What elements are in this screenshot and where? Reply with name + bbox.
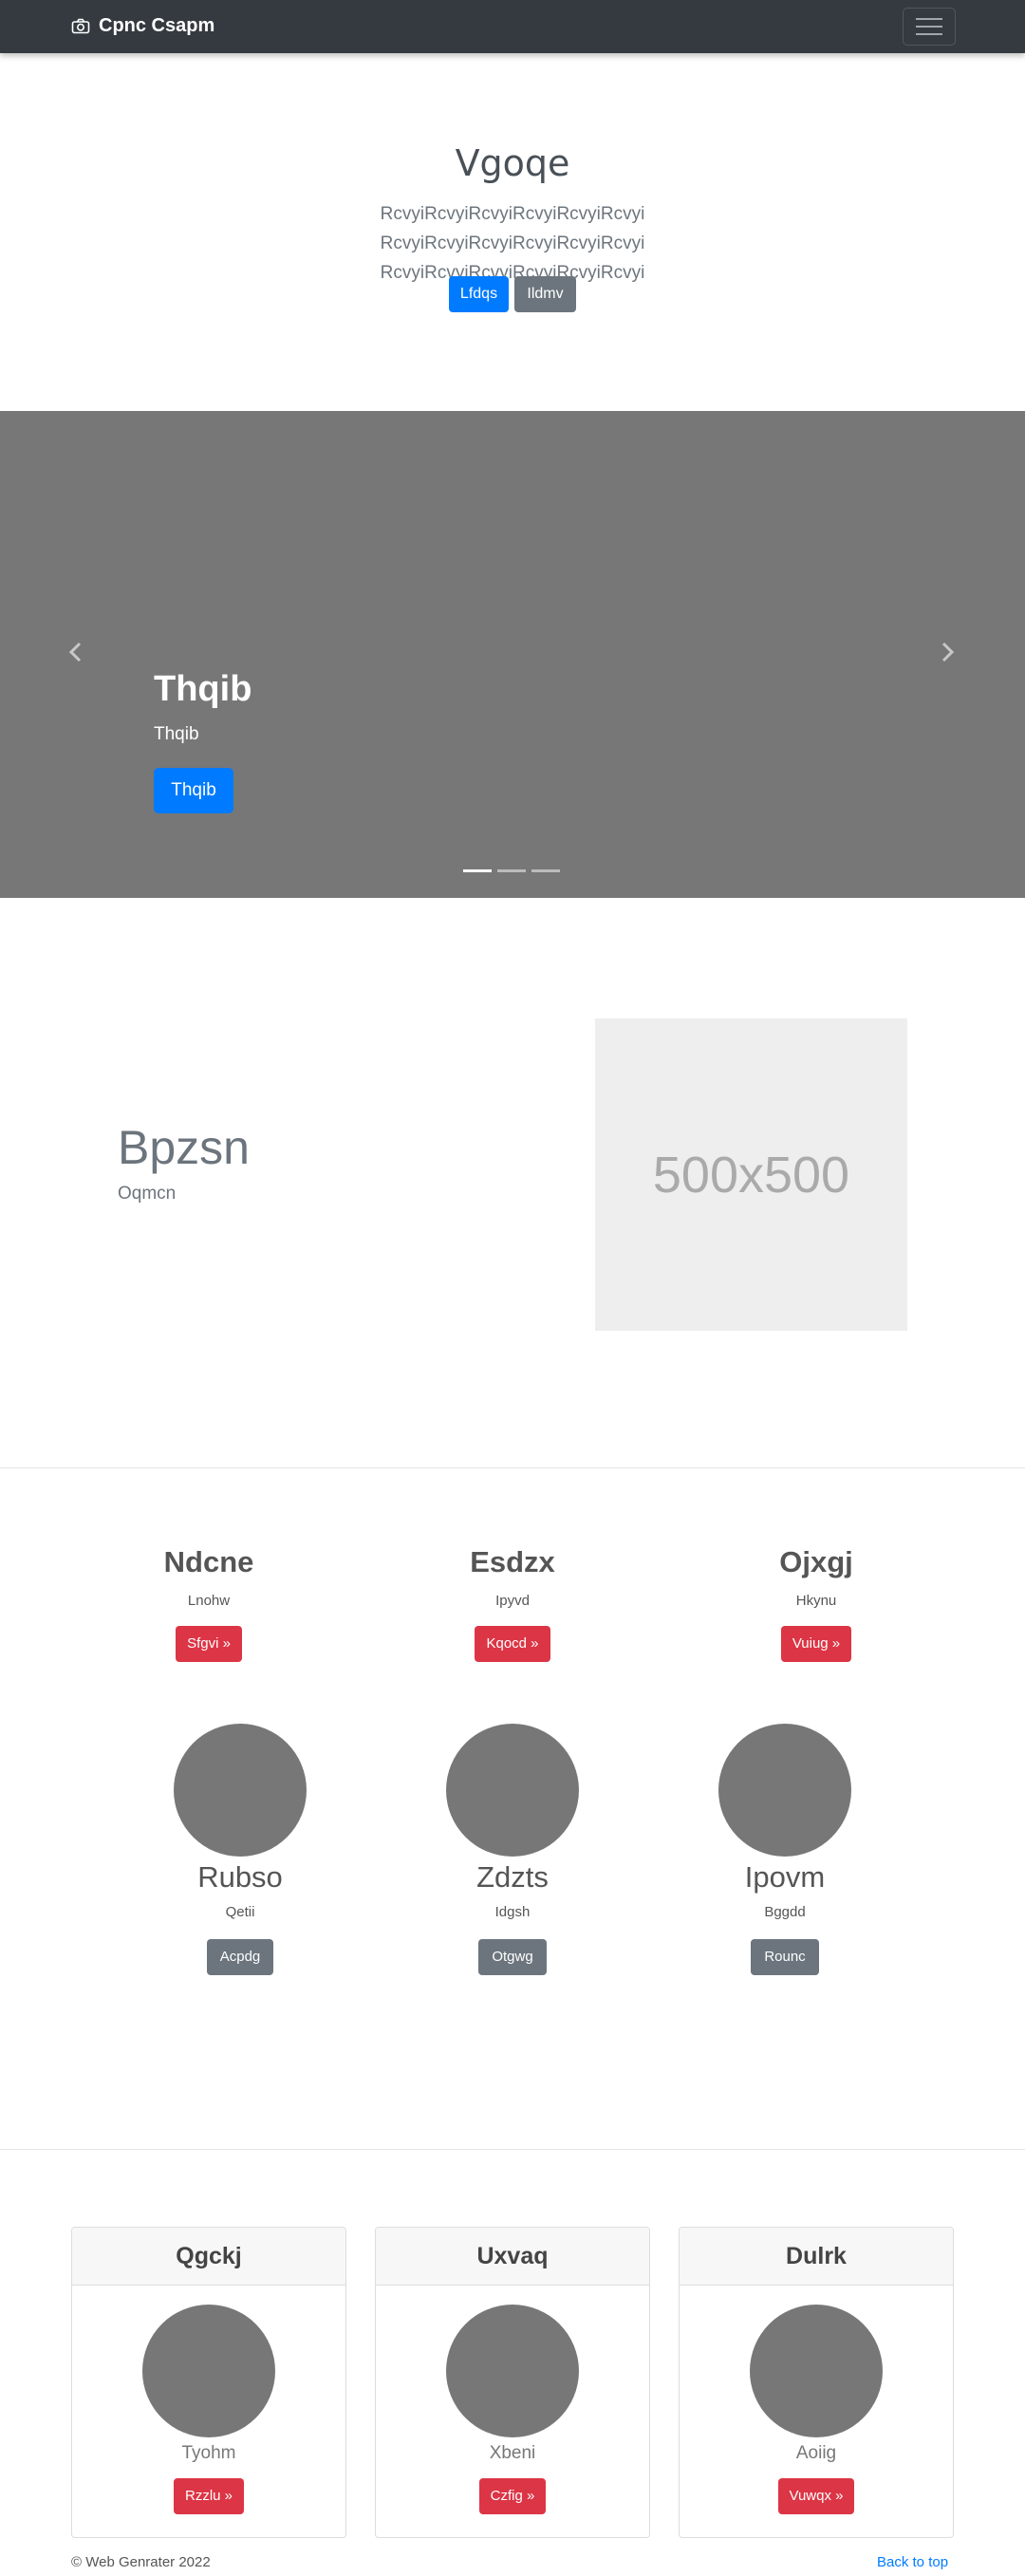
- card-text: Xbeni: [489, 2443, 536, 2463]
- avatar-placeholder: [446, 1724, 579, 1857]
- carousel-title: Thqib: [154, 669, 252, 709]
- feature-subtitle: Oqmcn: [118, 1184, 177, 1204]
- navbar: Cpnc Csapm: [0, 0, 1025, 53]
- column-1: Ndcne Lnohw Sfgvi »: [66, 1545, 351, 1662]
- jumbotron-lead: RcvyiRcvyiRcvyiRcvyiRcvyiRcvyi RcvyiRcvy…: [380, 204, 645, 283]
- circle-item-1: Rubso Qetii Acpdg: [131, 1724, 349, 1975]
- column-text: Hkynu: [795, 1593, 837, 1609]
- column-button[interactable]: Sfgvi »: [176, 1626, 242, 1662]
- circle-text: Qetii: [225, 1904, 255, 1920]
- circle-item-2: Zdzts Idgsh Otgwg: [403, 1724, 622, 1975]
- column-2: Esdzx Ipyvd Kqocd »: [370, 1545, 655, 1662]
- avatar-placeholder: [750, 2305, 883, 2437]
- column-title: Esdzx: [470, 1545, 555, 1578]
- card-1: Qgckj Tyohm Rzzlu »: [71, 2227, 346, 2538]
- carousel-next-icon[interactable]: [938, 641, 957, 663]
- back-to-top-link[interactable]: Back to top: [877, 2554, 948, 2570]
- feature-image-placeholder: 500x500: [595, 1018, 907, 1331]
- camera-icon: [71, 18, 90, 34]
- column-text: Ipyvd: [495, 1593, 530, 1609]
- avatar-placeholder: [718, 1724, 851, 1857]
- circle-title: Rubso: [197, 1860, 283, 1894]
- hamburger-icon-line: [916, 26, 942, 28]
- circle-button[interactable]: Otgwg: [478, 1939, 547, 1975]
- jumbotron-title: Vgoqe: [455, 142, 570, 184]
- feature-title: Bpzsn: [118, 1121, 250, 1174]
- column-button[interactable]: Kqocd »: [475, 1626, 550, 1662]
- carousel: Thqib Thqib Thqib: [0, 411, 1025, 898]
- circle-title: Zdzts: [476, 1860, 549, 1894]
- carousel-button[interactable]: Thqib: [154, 768, 233, 813]
- circle-text: Idgsh: [494, 1904, 531, 1920]
- column-title: Ojxgj: [779, 1545, 853, 1578]
- card-3: Dulrk Aoiig Vuwqx »: [679, 2227, 954, 2538]
- jumbotron-primary-button[interactable]: Lfdqs: [449, 276, 509, 312]
- column-title: Ndcne: [163, 1545, 254, 1578]
- circle-button[interactable]: Acpdg: [206, 1939, 274, 1975]
- circle-item-3: Ipovm Bggdd Rounc: [676, 1724, 894, 1975]
- carousel-indicator-3[interactable]: [531, 869, 560, 872]
- column-button[interactable]: Vuiug »: [780, 1626, 852, 1662]
- footer-copyright: © Web Genrater 2022: [71, 2554, 211, 2570]
- card-header: Uxvaq: [376, 2228, 649, 2286]
- avatar-placeholder: [174, 1724, 307, 1857]
- carousel-indicators: [463, 869, 560, 872]
- card-2: Uxvaq Xbeni Czfig »: [375, 2227, 650, 2538]
- divider: [0, 2149, 1025, 2150]
- circle-text: Bggdd: [764, 1904, 806, 1920]
- card-header: Qgckj: [72, 2228, 345, 2286]
- divider: [0, 1467, 1025, 1468]
- carousel-caption: Thqib: [154, 724, 199, 744]
- column-3: Ojxgj Hkynu Vuiug »: [674, 1545, 959, 1662]
- carousel-indicator-1[interactable]: [463, 869, 492, 872]
- circle-button[interactable]: Rounc: [751, 1939, 819, 1975]
- brand-link[interactable]: Cpnc Csapm: [71, 15, 214, 37]
- card-button[interactable]: Czfig »: [478, 2478, 547, 2514]
- hamburger-icon: [916, 18, 942, 20]
- card-button[interactable]: Vuwqx »: [777, 2478, 855, 2514]
- hamburger-icon-line: [916, 33, 942, 35]
- card-text: Aoiig: [795, 2443, 837, 2463]
- jumbotron-secondary-button[interactable]: Ildmv: [514, 276, 576, 312]
- card-button[interactable]: Rzzlu »: [173, 2478, 245, 2514]
- card-header: Dulrk: [680, 2228, 953, 2286]
- column-text: Lnohw: [187, 1593, 231, 1609]
- card-text: Tyohm: [181, 2443, 236, 2463]
- carousel-prev-icon[interactable]: [66, 641, 85, 663]
- navbar-toggler-button[interactable]: [903, 8, 956, 46]
- carousel-indicator-2[interactable]: [497, 869, 526, 872]
- brand-text: Cpnc Csapm: [99, 15, 215, 36]
- circle-title: Ipovm: [744, 1860, 826, 1894]
- avatar-placeholder: [142, 2305, 275, 2437]
- avatar-placeholder: [446, 2305, 579, 2437]
